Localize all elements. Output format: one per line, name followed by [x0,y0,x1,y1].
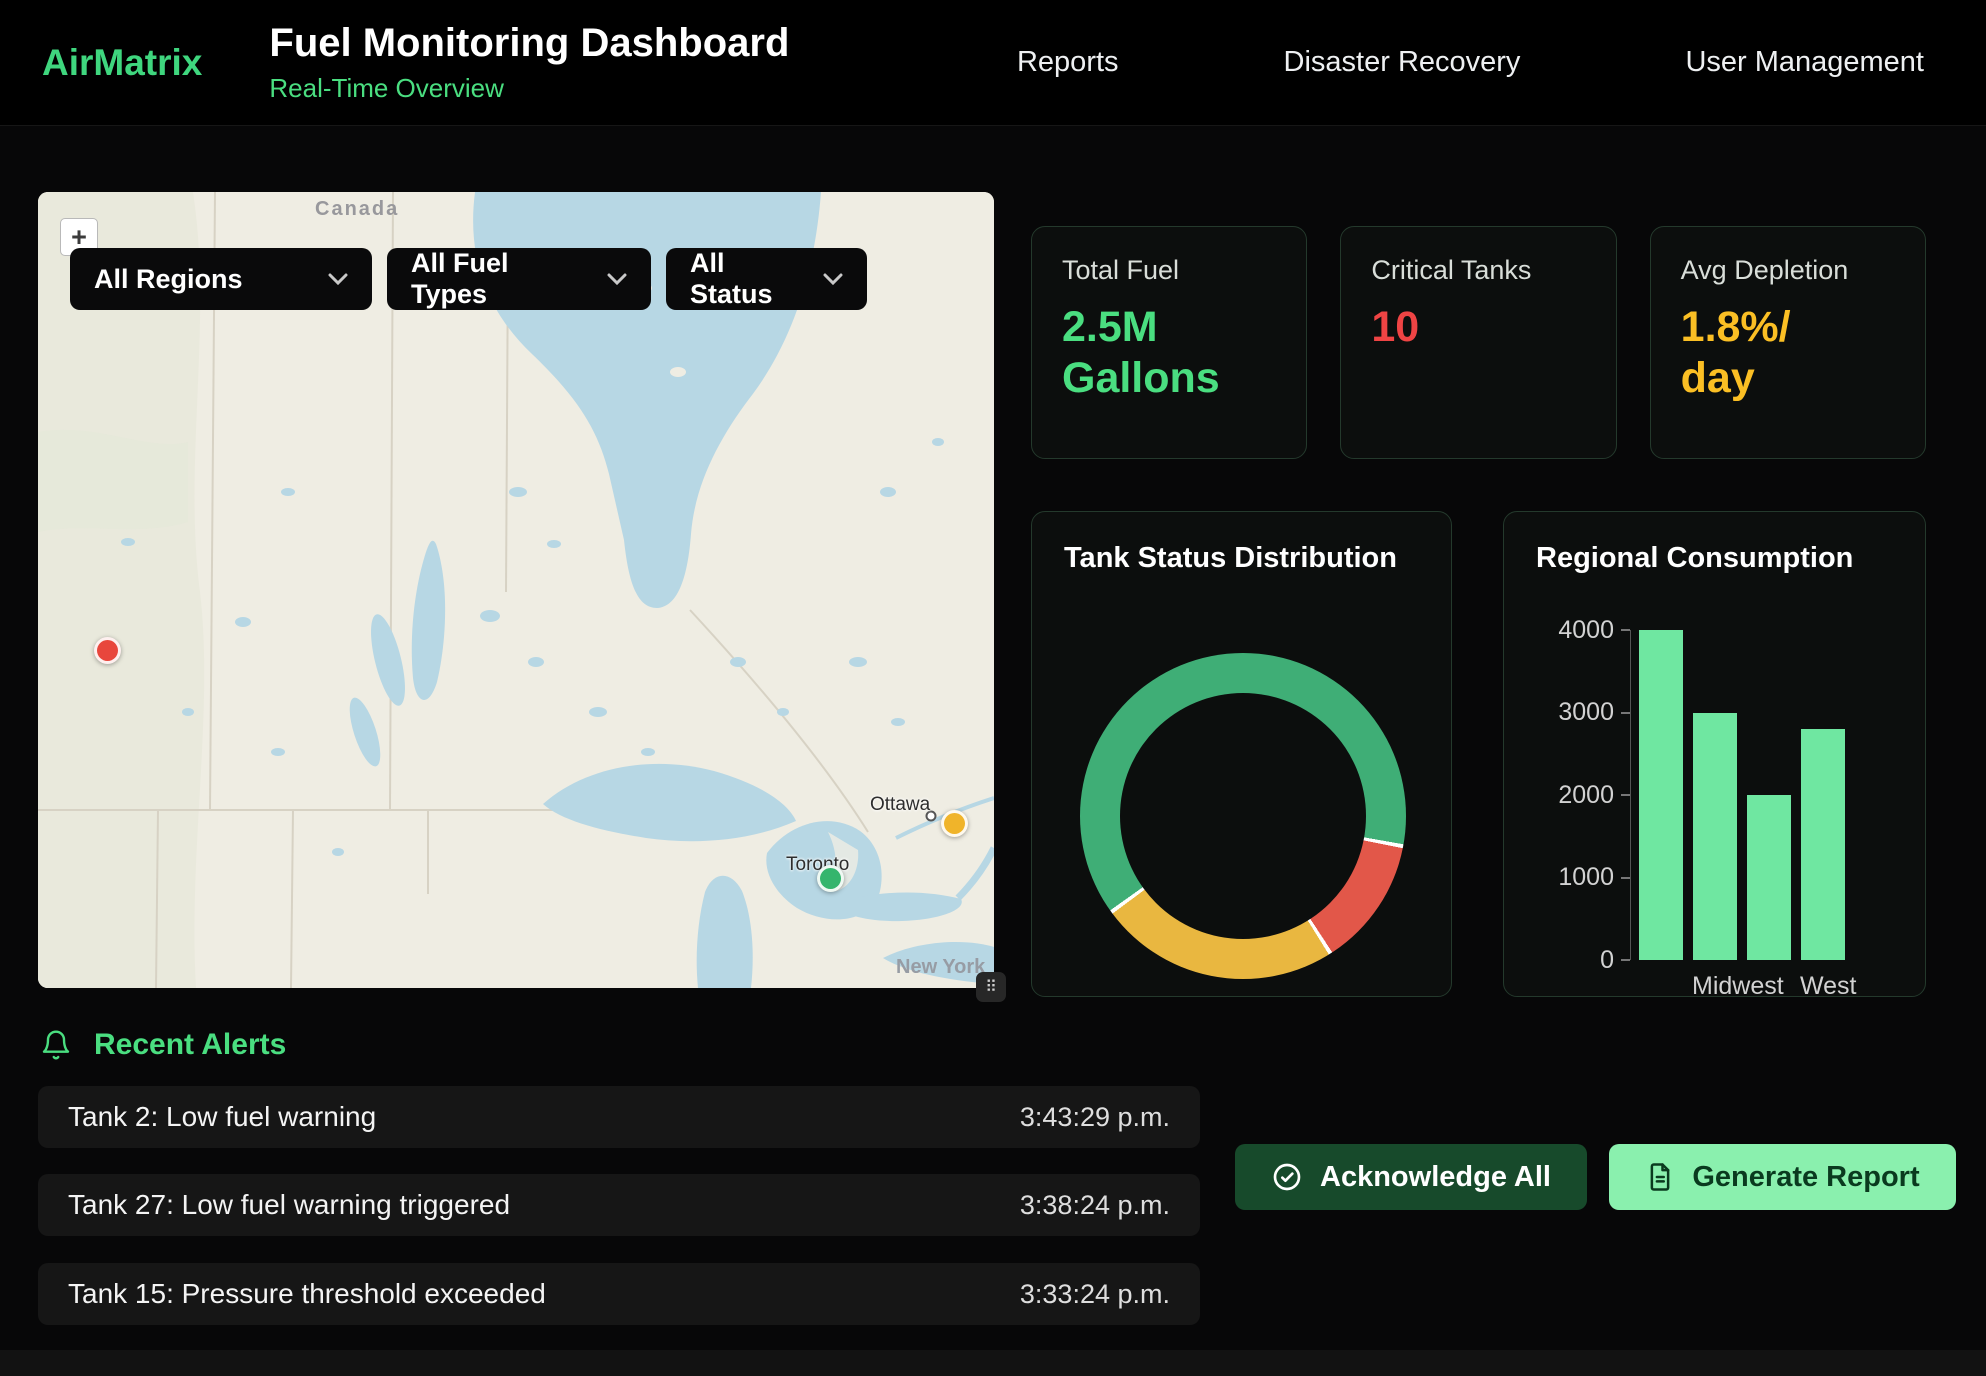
tank-status-card: Tank Status Distribution [1031,511,1452,997]
stat-card-critical-tanks: Critical Tanks 10 [1340,226,1616,459]
regional-consumption-card: Regional Consumption 40003000200010000 M… [1503,511,1926,997]
map-canvas [38,192,994,988]
stats-row: Total Fuel 2.5M Gallons Critical Tanks 1… [1031,226,1926,459]
map-marker-warning[interactable] [941,810,968,837]
map-marker-critical[interactable] [94,637,121,664]
bar-x-label [1746,972,1790,1001]
regional-consumption-bar-chart: 40003000200010000 Midwest West [1538,630,1860,1001]
main-nav: Reports Disaster Recovery User Managemen… [1017,46,1944,79]
bar-col-3 [1747,795,1791,960]
stat-value: 10 [1371,302,1585,353]
alert-row[interactable]: Tank 27: Low fuel warning triggered 3:38… [38,1174,1200,1236]
bar-chart-title: Regional Consumption [1536,542,1893,575]
bar-chart-x-labels: Midwest West [1630,972,1860,1001]
nav-reports[interactable]: Reports [1017,46,1119,79]
region-filter-value: All Regions [94,264,243,295]
status-filter-select[interactable]: All Status [666,248,867,310]
bar-chart-y-axis: 40003000200010000 [1538,630,1630,960]
page-subtitle: Real-Time Overview [269,73,789,104]
status-filter-value: All Status [690,248,805,310]
alert-timestamp: 3:33:24 p.m. [1020,1279,1170,1310]
stat-label: Total Fuel [1062,255,1276,286]
alert-message: Tank 2: Low fuel warning [68,1101,376,1133]
tank-status-donut-chart [1080,653,1406,979]
donut-chart-title: Tank Status Distribution [1064,542,1419,575]
region-filter-select[interactable]: All Regions [70,248,372,310]
generate-report-button[interactable]: Generate Report [1609,1144,1956,1210]
map-drag-handle-icon[interactable]: ⠿ [976,972,1006,1002]
bar-chart-plot: Midwest West [1630,630,1860,1001]
chevron-down-icon [607,273,627,285]
alert-message: Tank 27: Low fuel warning triggered [68,1189,510,1221]
stat-card-avg-depletion: Avg Depletion 1.8%/ day [1650,226,1926,459]
brand-logo: AirMatrix [42,42,202,84]
footer-bar [0,1350,1986,1376]
bar-chart-bars [1630,630,1860,960]
fuel-type-filter-value: All Fuel Types [411,248,589,310]
bar-x-label: Midwest [1692,972,1736,1001]
bar-x-label [1638,972,1682,1001]
title-block: Fuel Monitoring Dashboard Real-Time Over… [269,21,789,104]
stat-card-total-fuel: Total Fuel 2.5M Gallons [1031,226,1307,459]
bar-Midwest [1693,713,1737,961]
fuel-type-filter-select[interactable]: All Fuel Types [387,248,651,310]
bell-icon [40,1029,72,1061]
stat-label: Critical Tanks [1371,255,1585,286]
chevron-down-icon [823,273,843,285]
chevron-down-icon [328,273,348,285]
generate-report-label: Generate Report [1692,1161,1919,1194]
recent-alerts-header: Recent Alerts [40,1028,286,1062]
document-icon [1645,1162,1675,1192]
acknowledge-all-label: Acknowledge All [1320,1161,1551,1194]
bar-col-1 [1639,630,1683,960]
acknowledge-all-button[interactable]: Acknowledge All [1235,1144,1587,1210]
alert-row[interactable]: Tank 2: Low fuel warning 3:43:29 p.m. [38,1086,1200,1148]
bar-x-label: West [1800,972,1844,1001]
app-header: AirMatrix Fuel Monitoring Dashboard Real… [0,0,1986,126]
map-marker-normal[interactable] [817,865,844,892]
alert-message: Tank 15: Pressure threshold exceeded [68,1278,546,1310]
alert-timestamp: 3:43:29 p.m. [1020,1102,1170,1133]
alert-timestamp: 3:38:24 p.m. [1020,1190,1170,1221]
fuel-map[interactable]: Canada Ottawa Toronto New York + All Reg… [38,192,994,988]
stat-value: 1.8%/ day [1681,302,1895,403]
check-circle-icon [1271,1161,1303,1193]
map-filter-bar: All Regions All Fuel Types All Status [70,248,867,310]
stat-label: Avg Depletion [1681,255,1895,286]
nav-user-management[interactable]: User Management [1685,46,1924,79]
stat-value: 2.5M Gallons [1062,302,1276,403]
recent-alerts-title: Recent Alerts [94,1028,286,1062]
nav-disaster-recovery[interactable]: Disaster Recovery [1284,46,1521,79]
page-title: Fuel Monitoring Dashboard [269,21,789,66]
alert-row[interactable]: Tank 15: Pressure threshold exceeded 3:3… [38,1263,1200,1325]
bar-West [1801,729,1845,960]
